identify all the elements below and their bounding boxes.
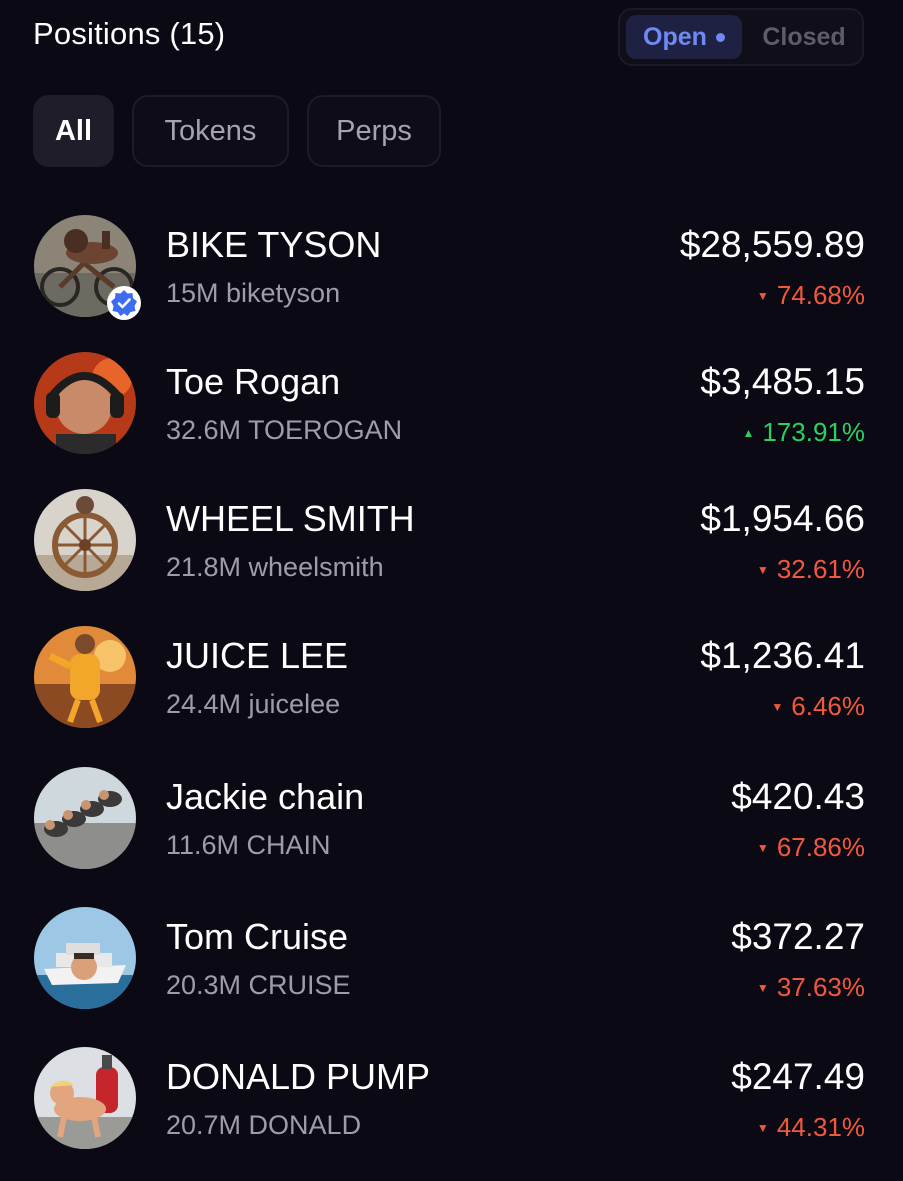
- down-triangle-icon: ▼: [756, 980, 769, 995]
- position-row-juice-lee[interactable]: JUICE LEE 24.4M juicelee $1,236.41 ▼ 6.4…: [0, 621, 903, 733]
- filter-tokens-label: Tokens: [164, 114, 257, 147]
- token-holding: 21.8M wheelsmith: [166, 552, 384, 582]
- down-triangle-icon: ▼: [756, 288, 769, 303]
- change-percent: 67.86%: [776, 832, 865, 862]
- token-holding: 32.6M TOEROGAN: [166, 415, 403, 445]
- filter-tokens-chip[interactable]: Tokens: [132, 95, 289, 167]
- up-triangle-icon: ▲: [742, 425, 755, 440]
- position-value: $420.43: [731, 776, 865, 817]
- filter-all-chip[interactable]: All: [33, 95, 114, 167]
- down-triangle-icon: ▼: [771, 699, 784, 714]
- active-dot-icon: [715, 32, 725, 42]
- header: Positions (15) Open Closed: [0, 0, 903, 80]
- token-name: Tom Cruise: [166, 916, 349, 957]
- change-percent: 44.31%: [776, 1112, 865, 1142]
- down-triangle-icon: ▼: [756, 840, 769, 855]
- toggle-open-label: Open: [643, 22, 707, 51]
- filter-perps-chip[interactable]: Perps: [307, 95, 441, 167]
- position-row-wheel-smith[interactable]: WHEEL SMITH 21.8M wheelsmith $1,954.66 ▼…: [0, 484, 903, 596]
- token-name: WHEEL SMITH: [166, 498, 415, 539]
- token-avatar-donald-pump: [34, 1047, 136, 1149]
- position-row-toe-rogan[interactable]: Toe Rogan 32.6M TOEROGAN $3,485.15 ▲ 173…: [0, 347, 903, 459]
- token-holding: 24.4M juicelee: [166, 689, 341, 719]
- token-holding: 15M biketyson: [166, 278, 341, 308]
- position-row-donald-pump[interactable]: DONALD PUMP 20.7M DONALD $247.49 ▼ 44.31…: [0, 1042, 903, 1154]
- token-avatar-toe-rogan: [34, 352, 136, 454]
- position-change: ▲ 173.91%: [742, 417, 865, 448]
- position-change: ▼ 74.68%: [757, 280, 865, 311]
- token-avatar-jackie-chain: [34, 767, 136, 869]
- token-name: DONALD PUMP: [166, 1056, 431, 1097]
- filter-all-label: All: [54, 114, 93, 147]
- filter-perps-label: Perps: [336, 114, 412, 147]
- token-avatar-tom-cruise: [34, 907, 136, 1009]
- change-percent: 32.61%: [776, 554, 865, 584]
- position-change: ▼ 44.31%: [757, 1112, 865, 1143]
- position-value: $1,236.41: [700, 635, 865, 676]
- change-percent: 6.46%: [791, 691, 865, 721]
- down-triangle-icon: ▼: [756, 562, 769, 577]
- token-avatar-juice-lee: [34, 626, 136, 728]
- down-triangle-icon: ▼: [756, 1120, 769, 1135]
- position-value: $1,954.66: [700, 498, 865, 539]
- token-holding: 20.3M CRUISE: [166, 970, 351, 1000]
- change-percent: 173.91%: [762, 417, 865, 447]
- position-change: ▼ 67.86%: [757, 832, 865, 863]
- position-row-bike-tyson[interactable]: BIKE TYSON 15M biketyson $28,559.89 ▼ 74…: [0, 210, 903, 322]
- verified-badge-icon: [107, 286, 141, 320]
- change-percent: 37.63%: [776, 972, 865, 1002]
- position-value: $372.27: [731, 916, 865, 957]
- position-value: $247.49: [731, 1056, 865, 1097]
- position-row-jackie-chain[interactable]: Jackie chain 11.6M CHAIN $420.43 ▼ 67.86…: [0, 762, 903, 874]
- position-change: ▼ 32.61%: [757, 554, 865, 585]
- position-value: $3,485.15: [700, 361, 865, 402]
- token-name: Jackie chain: [166, 776, 365, 817]
- position-row-tom-cruise[interactable]: Tom Cruise 20.3M CRUISE $372.27 ▼ 37.63%: [0, 902, 903, 1014]
- position-value: $28,559.89: [679, 224, 865, 265]
- token-avatar-wheel-smith: [34, 489, 136, 591]
- token-name: BIKE TYSON: [166, 224, 382, 265]
- change-percent: 74.68%: [776, 280, 865, 310]
- token-name: Toe Rogan: [166, 361, 341, 402]
- open-closed-toggle[interactable]: Open Closed: [618, 8, 864, 66]
- token-name: JUICE LEE: [166, 635, 349, 676]
- toggle-closed-button[interactable]: Closed: [752, 15, 856, 59]
- token-holding: 20.7M DONALD: [166, 1110, 362, 1140]
- position-change: ▼ 6.46%: [771, 691, 865, 722]
- page-title: Positions (15): [33, 16, 226, 51]
- position-change: ▼ 37.63%: [757, 972, 865, 1003]
- toggle-open-button[interactable]: Open: [626, 15, 742, 59]
- toggle-closed-label: Closed: [762, 22, 846, 51]
- token-holding: 11.6M CHAIN: [166, 830, 331, 860]
